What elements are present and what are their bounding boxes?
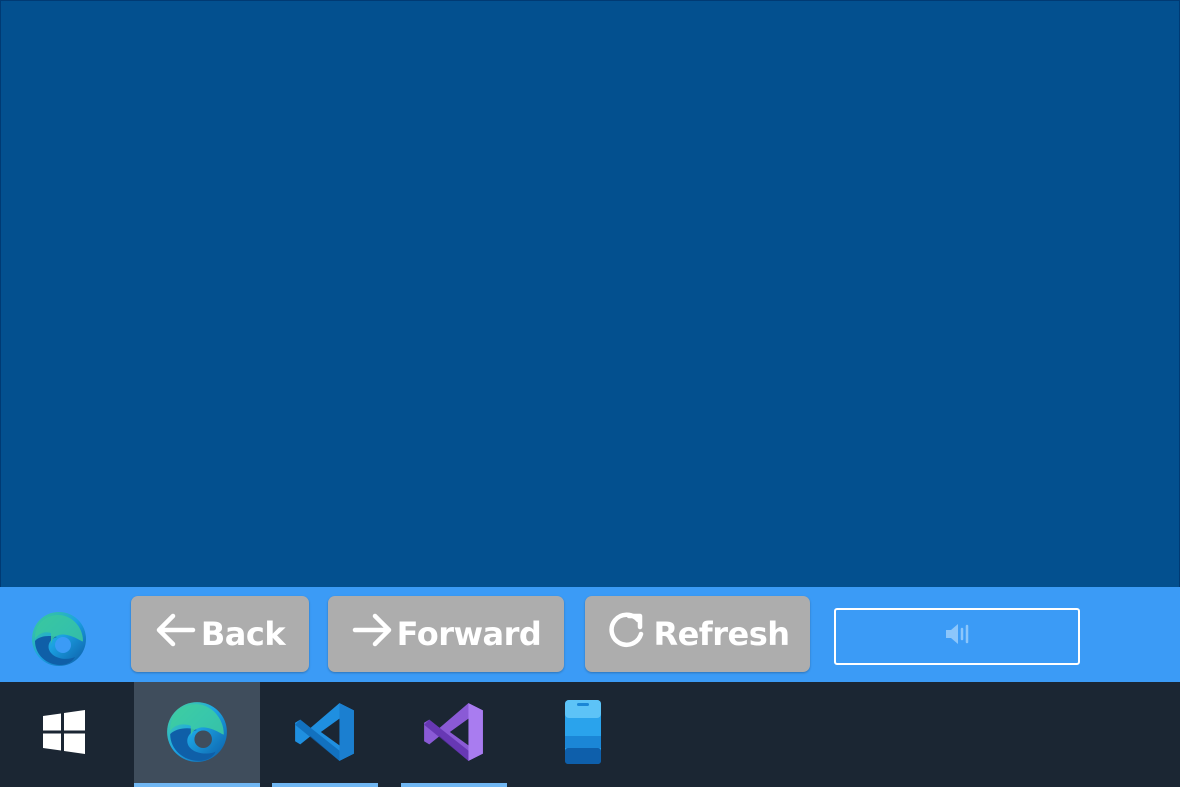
arrow-left-icon xyxy=(155,612,201,656)
taskbar-running-indicator xyxy=(401,783,507,787)
taskbar-running-indicator xyxy=(272,783,378,787)
forward-button[interactable]: Forward xyxy=(328,596,564,672)
vscode-icon xyxy=(292,699,358,770)
edge-logo-icon xyxy=(27,611,91,667)
screen: Back Forward Refresh xyxy=(0,0,1180,787)
web-content-area[interactable] xyxy=(1,1,1179,587)
taskbar-app-vscode[interactable] xyxy=(272,682,378,787)
back-button[interactable]: Back xyxy=(131,596,309,672)
refresh-icon xyxy=(605,610,653,658)
taskbar-app-phone[interactable] xyxy=(530,682,636,787)
refresh-label: Refresh xyxy=(653,615,790,653)
taskbar-app-visual-studio[interactable] xyxy=(401,682,507,787)
forward-label: Forward xyxy=(396,615,542,653)
taskbar-running-indicator xyxy=(134,783,260,787)
edge-icon xyxy=(164,699,230,770)
visual-studio-icon xyxy=(421,699,487,770)
speaker-icon xyxy=(943,622,971,651)
start-button[interactable] xyxy=(0,682,128,787)
phone-app-icon xyxy=(563,699,603,770)
taskbar-app-edge[interactable] xyxy=(134,682,260,787)
windows-start-icon xyxy=(42,710,86,759)
back-label: Back xyxy=(200,615,286,653)
arrow-right-icon xyxy=(351,612,397,656)
volume-button[interactable] xyxy=(834,608,1080,665)
refresh-button[interactable]: Refresh xyxy=(585,596,810,672)
